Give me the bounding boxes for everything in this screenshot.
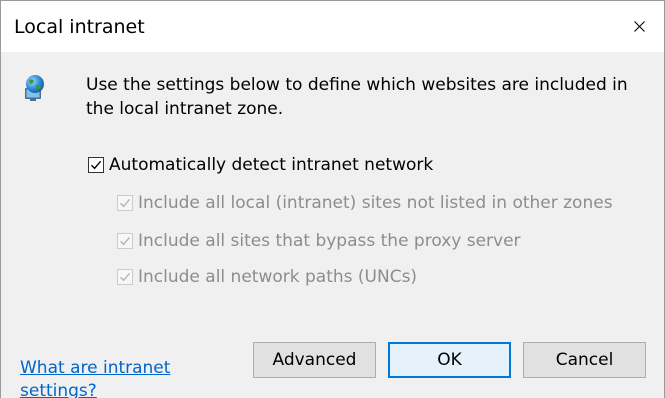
local-sites-option: Include all local (intranet) sites not l… bbox=[117, 192, 613, 214]
bypass-proxy-checkbox bbox=[117, 233, 133, 249]
bypass-proxy-label: Include all sites that bypass the proxy … bbox=[138, 231, 521, 251]
advanced-button[interactable]: Advanced bbox=[253, 342, 376, 378]
dialog-title: Local intranet bbox=[14, 16, 145, 38]
intranet-settings-help-link[interactable]: What are intranet settings? bbox=[20, 357, 220, 398]
cancel-button[interactable]: Cancel bbox=[523, 342, 646, 378]
description-text: Use the settings below to define which w… bbox=[86, 75, 628, 119]
close-icon bbox=[634, 21, 645, 32]
ok-button[interactable]: OK bbox=[388, 342, 511, 378]
auto-detect-label: Automatically detect intranet network bbox=[109, 155, 434, 175]
network-paths-checkbox bbox=[117, 269, 133, 285]
auto-detect-option[interactable]: Automatically detect intranet network bbox=[88, 154, 433, 176]
checkmark-icon bbox=[120, 272, 131, 282]
checkmark-icon bbox=[91, 160, 102, 170]
dialog-content: Use the settings below to define which w… bbox=[1, 52, 664, 398]
local-sites-label: Include all local (intranet) sites not l… bbox=[138, 193, 613, 213]
network-paths-option: Include all network paths (UNCs) bbox=[117, 266, 417, 288]
local-sites-checkbox bbox=[117, 195, 133, 211]
local-intranet-dialog: Local intranet Use the settings below to… bbox=[0, 0, 665, 398]
bypass-proxy-option: Include all sites that bypass the proxy … bbox=[117, 230, 521, 252]
close-button[interactable] bbox=[618, 1, 664, 52]
title-bar[interactable]: Local intranet bbox=[1, 1, 664, 52]
network-paths-label: Include all network paths (UNCs) bbox=[138, 267, 418, 287]
intranet-globe-icon bbox=[25, 75, 44, 101]
auto-detect-checkbox[interactable] bbox=[88, 157, 104, 173]
checkmark-icon bbox=[120, 236, 131, 246]
checkmark-icon bbox=[120, 198, 131, 208]
